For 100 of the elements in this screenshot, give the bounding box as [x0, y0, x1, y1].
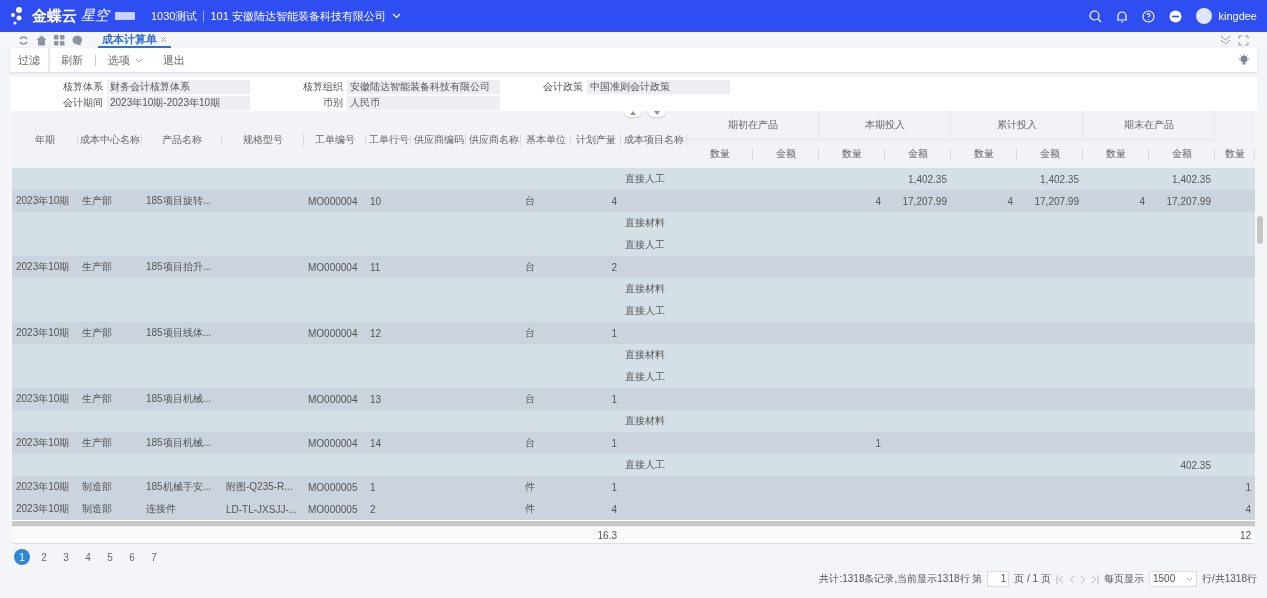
- column-header[interactable]: 产品名称: [162, 132, 202, 147]
- previous-page-icon[interactable]: [1068, 574, 1075, 584]
- chevron-down-icon: [391, 13, 401, 19]
- column-header[interactable]: 工单编号: [315, 132, 355, 147]
- lightbulb-icon[interactable]: [1239, 54, 1249, 66]
- chat-icon[interactable]: [72, 34, 83, 46]
- total-cell: 16.3: [597, 529, 617, 541]
- double-chevron-down-icon[interactable]: [1220, 35, 1231, 45]
- filter-field[interactable]: 安徽陆达智能装备科技有限公司: [347, 79, 500, 94]
- page-input[interactable]: 1: [987, 571, 1010, 587]
- table-cell: 2023年10期: [16, 194, 70, 208]
- horizontal-scrollbar[interactable]: [12, 521, 1255, 526]
- table-row[interactable]: 直接材料: [12, 212, 1255, 234]
- filter-label: 币别: [323, 95, 343, 110]
- organization-switcher[interactable]: 101 安徽陆达智能装备科技有限公司: [210, 8, 401, 24]
- table-cell: 2023年10期: [16, 480, 70, 494]
- table-cell: 生产部: [82, 194, 112, 208]
- column-header[interactable]: 数量: [842, 147, 862, 161]
- table-cell: 件: [525, 480, 535, 494]
- page-number[interactable]: 2: [36, 549, 52, 565]
- page-number[interactable]: 4: [80, 549, 96, 565]
- column-header[interactable]: 数量: [1225, 147, 1245, 161]
- filter-field[interactable]: 财务会计核算体系: [107, 79, 250, 94]
- table-row[interactable]: 直接材料: [12, 410, 1255, 432]
- grid-icon[interactable]: [54, 34, 65, 46]
- table-cell: 台: [525, 326, 535, 340]
- column-header[interactable]: 供应商编码: [413, 132, 464, 147]
- table-row[interactable]: 2023年10期 生产部 185项目旋转... MO000004 10 台 4 4 17,207.99 4 17,207.99 4 17,207.99: [12, 190, 1255, 212]
- exit-button[interactable]: 退出: [155, 48, 193, 72]
- search-icon[interactable]: [1089, 9, 1103, 23]
- table-row[interactable]: 直接人工 402.35: [12, 454, 1255, 476]
- column-header[interactable]: 基本单位: [526, 132, 566, 147]
- table-cell: 生产部: [82, 392, 112, 406]
- page-number[interactable]: 5: [102, 549, 118, 565]
- vertical-scrollbar[interactable]: [1257, 216, 1263, 244]
- first-page-icon[interactable]: [1055, 574, 1064, 584]
- group-header: 累计投入: [996, 118, 1037, 132]
- table-cell: 直接材料: [625, 348, 665, 362]
- close-icon[interactable]: [160, 35, 167, 43]
- filter-label: 核算组织: [303, 79, 343, 94]
- column-header[interactable]: 金额: [908, 147, 928, 161]
- column-header[interactable]: 成本项目名称: [624, 132, 684, 147]
- triangle-down-icon: [654, 111, 660, 115]
- table-row[interactable]: 2023年10期 生产部 185项目线体... MO000004 12 台 1: [12, 322, 1255, 344]
- column-header[interactable]: 规格型号: [243, 132, 283, 147]
- page-number[interactable]: 7: [146, 549, 162, 565]
- table-row[interactable]: 2023年10期 生产部 185项目抬升... MO000004 11 台 2: [12, 256, 1255, 278]
- filter-button[interactable]: 过滤: [10, 48, 49, 72]
- fullscreen-icon[interactable]: [1238, 34, 1249, 46]
- column-header[interactable]: 计划产量: [576, 132, 616, 147]
- page-number[interactable]: 6: [124, 549, 140, 565]
- table-cell: 14: [370, 437, 382, 449]
- table-cell: 附图-Q235-R...: [226, 480, 293, 494]
- table-row[interactable]: 直接人工: [12, 366, 1255, 388]
- filter-field[interactable]: 2023年10期-2023年10期: [107, 95, 250, 110]
- column-header[interactable]: 数量: [974, 147, 994, 161]
- table-row[interactable]: 直接人工: [12, 234, 1255, 256]
- bell-icon[interactable]: [1116, 9, 1129, 23]
- home-icon[interactable]: [36, 34, 47, 46]
- table-row[interactable]: 2023年10期 生产部 185项目机械... MO000004 14 台 1 1: [12, 432, 1255, 454]
- table-row[interactable]: 2023年10期 制造部 185机械手安... 附图-Q235-R... MO000005 1 件 1 1: [12, 476, 1255, 498]
- per-page-select[interactable]: 1500: [1148, 571, 1197, 587]
- table-row[interactable]: 2023年10期 生产部 185项目机械... MO000004 13 台 1: [12, 388, 1255, 410]
- table-cell: 17,207.99: [902, 195, 947, 207]
- refresh-button[interactable]: 刷新: [53, 48, 91, 72]
- column-header[interactable]: 金额: [1040, 147, 1060, 161]
- help-icon[interactable]: [1142, 9, 1156, 23]
- table-cell: 185项目旋转...: [146, 194, 212, 208]
- page-count: 页 / 1 页: [1014, 572, 1051, 586]
- table-cell: MO000004: [308, 327, 358, 339]
- filter-field[interactable]: 中国准则会计政策: [587, 79, 730, 94]
- column-header[interactable]: 年期: [35, 132, 55, 147]
- options-button[interactable]: 选项: [100, 48, 151, 72]
- column-header[interactable]: 数量: [710, 147, 730, 161]
- column-header[interactable]: 数量: [1106, 147, 1126, 161]
- last-page-icon[interactable]: [1090, 574, 1099, 584]
- column-header[interactable]: 供应商名称: [468, 132, 519, 147]
- per-page-label: 每页显示: [1103, 572, 1144, 586]
- column-header[interactable]: 成本中心名称: [80, 132, 140, 147]
- next-page-icon[interactable]: [1079, 574, 1086, 584]
- column-header[interactable]: 金额: [776, 147, 796, 161]
- column-header[interactable]: 金额: [1172, 147, 1192, 161]
- column-header[interactable]: 工单行号: [368, 132, 409, 147]
- table-row[interactable]: 直接材料: [12, 344, 1255, 366]
- page-number[interactable]: 3: [58, 549, 74, 565]
- refresh-icon[interactable]: [18, 34, 29, 46]
- filter-field[interactable]: 人民币: [347, 95, 500, 110]
- table-row[interactable]: 2023年10期 制造部 连接件 LD-TL-JXSJJ-... MO000005 2 件 4 4: [12, 498, 1255, 520]
- table-cell: 4: [1245, 503, 1251, 515]
- user-name[interactable]: kingdee: [1218, 10, 1257, 22]
- table-row[interactable]: 直接材料: [12, 278, 1255, 300]
- table-cell: 2023年10期: [16, 392, 70, 406]
- table-cell: 直接人工: [625, 304, 665, 318]
- record-summary: 共计:1318条记录,当前显示1318行 第: [819, 572, 983, 586]
- page-number[interactable]: 1: [14, 549, 30, 565]
- chevron-down-icon: [1185, 576, 1193, 582]
- avatar-icon[interactable]: [1196, 8, 1213, 24]
- table-row[interactable]: 直接人工 1,402.35 1,402.35 1,402.35: [12, 168, 1255, 190]
- table-row[interactable]: 直接人工: [12, 300, 1255, 322]
- minus-circle-icon[interactable]: [1169, 9, 1183, 23]
